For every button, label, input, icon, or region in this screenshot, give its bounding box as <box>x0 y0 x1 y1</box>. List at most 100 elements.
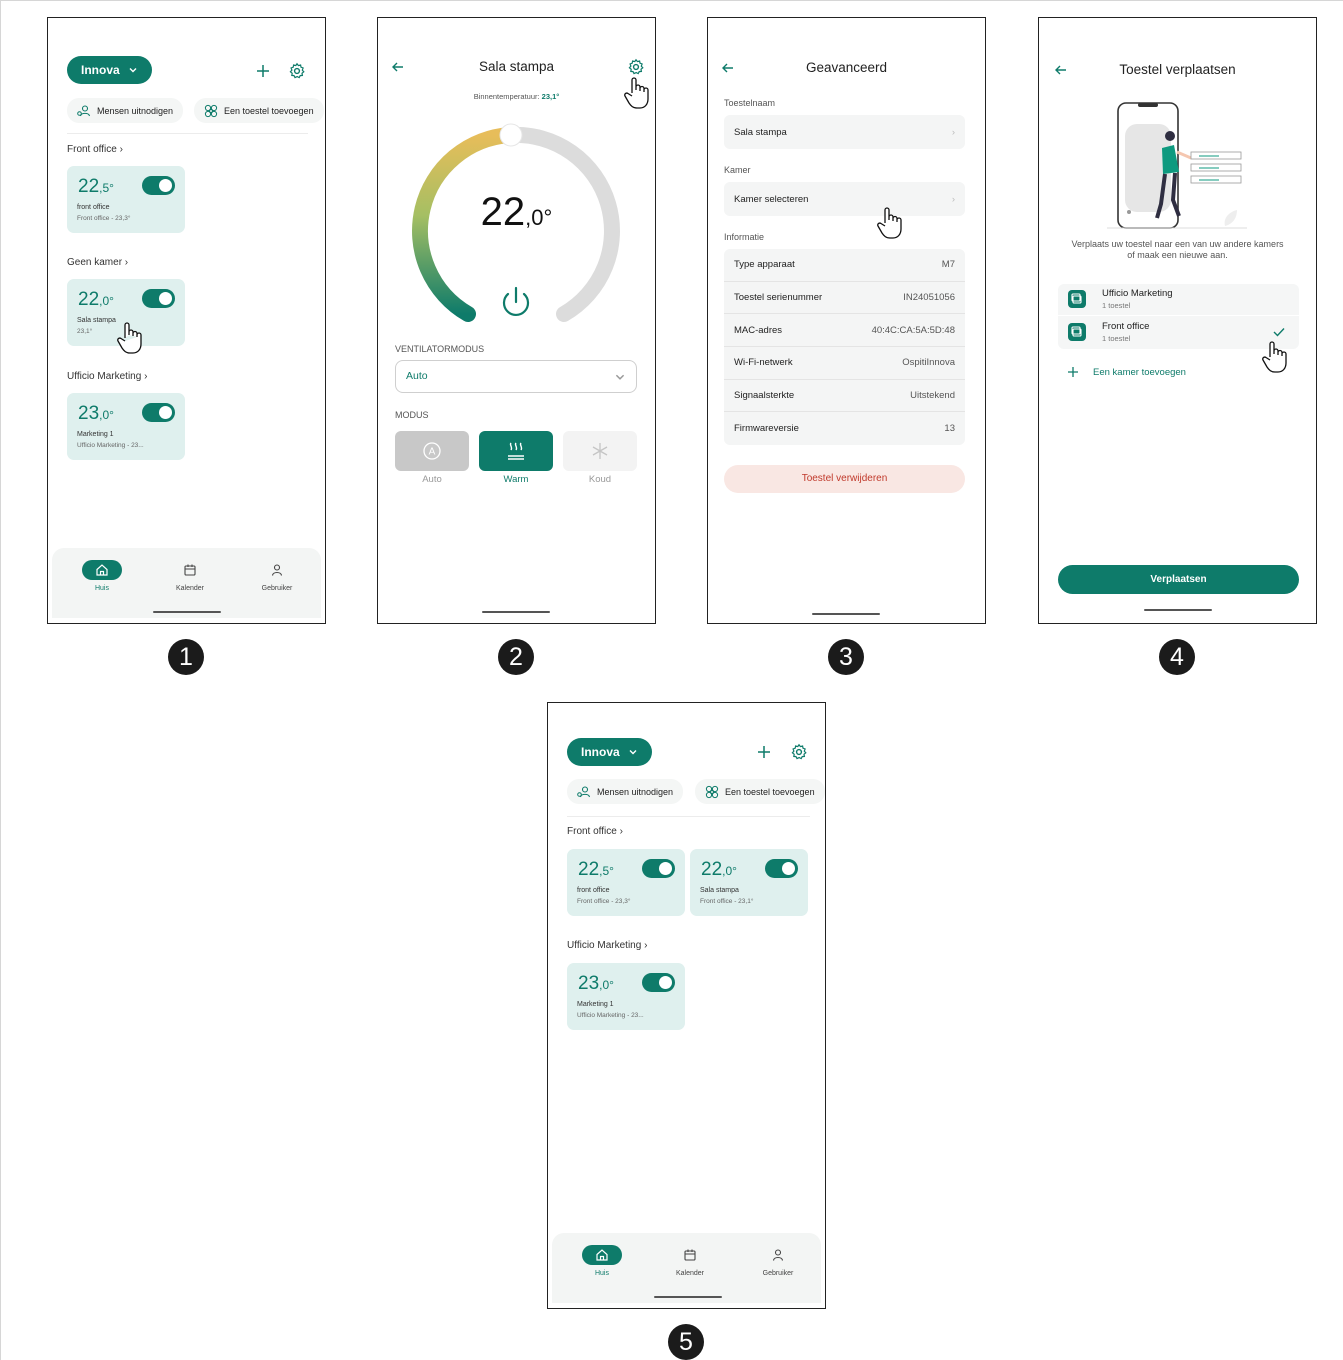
nav-user-label: Gebruiker <box>762 1270 794 1277</box>
device-temp: 23,0° <box>78 403 114 424</box>
bottom-nav: Huis Kalender Gebruiker <box>52 548 321 618</box>
mode-auto-button[interactable]: A <box>395 431 469 471</box>
device-card[interactable]: 22,5° front office Front office - 23,3° <box>567 849 685 916</box>
room-icon <box>1068 290 1086 308</box>
device-temp: 22,0° <box>78 289 114 310</box>
device-temp: 22,5° <box>78 176 114 197</box>
room-title-ufficio-marketing[interactable]: Ufficio Marketing › <box>67 371 147 382</box>
account-selector[interactable]: Innova <box>67 56 152 84</box>
move-button[interactable]: Verplaatsen <box>1058 565 1299 594</box>
device-temp: 23,0° <box>578 973 614 994</box>
fan-mode-select[interactable]: Auto <box>395 360 637 393</box>
info-row: Firmwareversie 13 <box>734 423 955 435</box>
device-card[interactable]: 22,5° front office Front office - 23,3° <box>67 166 185 233</box>
page-title: Toestel verplaatsen <box>1119 62 1236 77</box>
screen-advanced: Geavanceerd Toestelnaam Sala stampa › Kam… <box>707 17 986 624</box>
nav-calendar-label: Kalender <box>175 585 205 592</box>
home-indicator <box>153 611 221 613</box>
chevron-right-icon: › <box>951 126 955 138</box>
people-icon <box>77 104 91 116</box>
device-location: Front office - 23,3° <box>77 215 131 222</box>
tap-hand-icon <box>877 207 902 239</box>
svg-text:A: A <box>429 447 436 458</box>
divider <box>67 133 308 134</box>
add-room-link[interactable]: Een kamer toevoegen <box>1067 366 1186 378</box>
move-device-illustration <box>1107 102 1247 229</box>
calendar-icon <box>684 1249 696 1261</box>
room-select-field[interactable]: Kamer selecteren › <box>724 182 965 216</box>
nav-user[interactable]: Gebruiker <box>748 1245 808 1277</box>
power-toggle[interactable] <box>765 859 798 878</box>
info-row: Wi-Fi-netwerk OspitiInnova <box>724 347 965 380</box>
home-icon <box>596 1249 608 1261</box>
step-number: 3 <box>828 639 864 675</box>
room-option[interactable]: Ufficio Marketing 1 toestel <box>1058 284 1299 315</box>
invite-people-chip[interactable]: Mensen uitnodigen <box>567 779 684 804</box>
room-title-no-room[interactable]: Geen kamer › <box>67 257 128 268</box>
device-name: front office <box>77 204 110 211</box>
mode-label: MODUS <box>395 410 429 420</box>
nav-calendar[interactable]: Kalender <box>160 560 220 592</box>
information-label: Informatie <box>724 232 765 242</box>
device-card[interactable]: 22,0° Sala stampa Front office - 23,1° <box>690 849 808 916</box>
device-location: Ufficio Marketing - 23... <box>577 1012 644 1019</box>
gear-icon[interactable] <box>288 62 306 80</box>
gear-icon[interactable] <box>627 58 645 76</box>
step-number: 2 <box>498 639 534 675</box>
info-row: Toestel serienummer IN24051056 <box>724 282 965 315</box>
power-toggle[interactable] <box>142 289 175 308</box>
room-option-name: Ufficio Marketing <box>1102 288 1173 299</box>
nav-calendar[interactable]: Kalender <box>660 1245 720 1277</box>
info-row: MAC-adres 40:4C:CA:5A:5D:48 <box>724 314 965 348</box>
chevron-down-icon <box>629 750 637 755</box>
power-toggle[interactable] <box>642 973 675 992</box>
checkmark-icon <box>1273 328 1285 337</box>
device-temp: 22,5° <box>578 859 614 880</box>
invite-people-chip[interactable]: Mensen uitnodigen <box>67 98 184 123</box>
page-title: Geavanceerd <box>805 60 888 75</box>
room-title-ufficio-marketing[interactable]: Ufficio Marketing › <box>567 940 647 951</box>
chevron-down-icon <box>615 374 625 380</box>
gear-icon[interactable] <box>790 743 808 761</box>
nav-home[interactable]: Huis <box>72 560 132 592</box>
add-device-chip[interactable]: Een toestel toevoegen <box>194 98 324 123</box>
account-name: Innova <box>81 63 120 77</box>
invite-label: Mensen uitnodigen <box>597 786 674 797</box>
nav-user[interactable]: Gebruiker <box>247 560 307 592</box>
account-selector[interactable]: Innova <box>567 738 652 766</box>
user-icon <box>772 1249 784 1261</box>
step-number: 4 <box>1159 639 1195 675</box>
mode-warm-button[interactable] <box>479 431 553 471</box>
device-card[interactable]: 23,0° Marketing 1 Ufficio Marketing - 23… <box>67 393 185 460</box>
device-name-label: Toestelnaam <box>724 98 776 108</box>
step-number: 5 <box>668 1324 704 1360</box>
device-location: 23,1° <box>77 328 93 335</box>
power-toggle[interactable] <box>142 403 175 422</box>
chevron-right-icon: › <box>951 193 955 205</box>
device-card[interactable]: 23,0° Marketing 1 Ufficio Marketing - 23… <box>567 963 685 1030</box>
add-device-label: Een toestel toevoegen <box>224 105 314 116</box>
mode-cold-button[interactable] <box>563 431 637 471</box>
nav-home[interactable]: Huis <box>572 1245 632 1277</box>
device-name-field[interactable]: Sala stampa › <box>724 115 965 149</box>
room-title-front-office[interactable]: Front office › <box>67 144 123 155</box>
step-number: 1 <box>168 639 204 675</box>
home-indicator <box>1144 609 1212 611</box>
device-location: Ufficio Marketing - 23... <box>77 442 144 449</box>
device-location: Front office - 23,1° <box>700 898 754 905</box>
fan-mode-value: Auto <box>406 370 428 382</box>
plus-icon[interactable] <box>755 743 773 761</box>
add-device-chip[interactable]: Een toestel toevoegen <box>695 779 825 804</box>
power-toggle[interactable] <box>642 859 675 878</box>
room-label: Kamer <box>724 165 751 175</box>
chevron-down-icon <box>129 68 137 73</box>
room-title-front-office[interactable]: Front office › <box>567 826 623 837</box>
auto-mode-icon: A <box>423 442 441 460</box>
power-toggle[interactable] <box>142 176 175 195</box>
heat-icon <box>508 442 524 460</box>
plus-icon[interactable] <box>254 62 272 80</box>
nav-calendar-label: Kalender <box>675 1270 705 1277</box>
setpoint-temperature: 22,0° <box>480 190 553 234</box>
plus-icon <box>1068 367 1078 377</box>
remove-device-button[interactable]: Toestel verwijderen <box>724 465 965 493</box>
